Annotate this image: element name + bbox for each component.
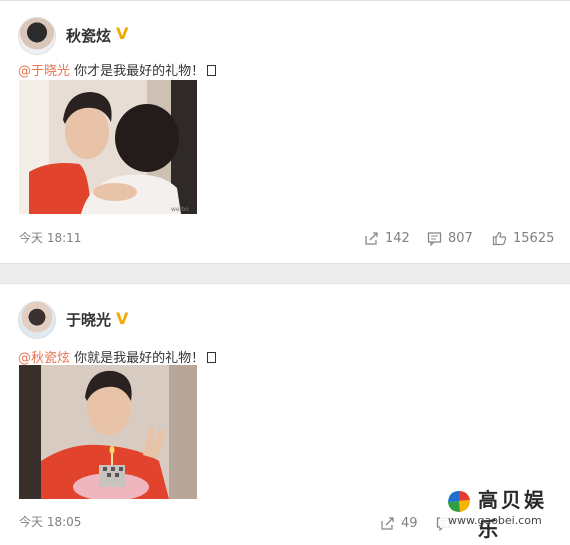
svg-text:weibo: weibo [171,206,189,213]
weibo-feed: 秋瓷炫 V @于晓光 你才是我最好的礼物！ weibo 今天 18:11 142… [0,0,570,545]
comment-icon [427,231,442,246]
post-text: @于晓光 你才是我最好的礼物！ [18,60,217,79]
verified-icon: V [116,309,129,328]
share-icon [381,516,394,530]
post-card: 秋瓷炫 V @于晓光 你才是我最好的礼物！ weibo 今天 18:11 142… [0,0,570,264]
comment-count: 807 [448,230,473,246]
repost-count: 49 [401,515,418,531]
post-photo[interactable] [19,365,197,499]
watermark-name: 高贝娱乐 [478,488,547,541]
post-photo[interactable]: weibo [19,80,197,214]
mention-link[interactable]: @于晓光 [18,64,70,79]
birthday-cake-photo-icon [19,365,197,499]
post-body: 你才是我最好的礼物！ [70,64,205,79]
brand-logo-icon [448,491,470,512]
post-text: @秋瓷炫 你就是我最好的礼物！ [18,347,217,366]
thumbs-up-icon [492,231,507,245]
repost-button[interactable]: 49 [380,515,418,531]
share-icon [365,231,378,245]
watermark-url: www.gaobei.com [448,514,542,527]
avatar[interactable] [18,301,56,339]
mention-link[interactable]: @秋瓷炫 [18,351,70,366]
repost-count: 142 [385,230,410,246]
repost-button[interactable]: 142 [364,230,410,246]
emoji-icon [207,352,217,363]
couple-photo-icon: weibo [19,80,197,214]
verified-icon: V [116,24,129,43]
post-time: 今天 18:11 [19,231,82,245]
avatar[interactable] [18,17,56,55]
like-button[interactable]: 15625 [492,230,554,246]
emoji-icon [207,65,217,76]
like-count: 15625 [513,230,555,246]
comment-button[interactable]: 807 [427,230,473,246]
post-time: 今天 18:05 [19,515,82,529]
post-body: 你就是我最好的礼物！ [70,351,205,366]
watermark: 高贝娱乐 www.gaobei.com [440,480,566,541]
post-author[interactable]: 于晓光 [66,309,111,330]
post-author[interactable]: 秋瓷炫 [66,25,111,46]
